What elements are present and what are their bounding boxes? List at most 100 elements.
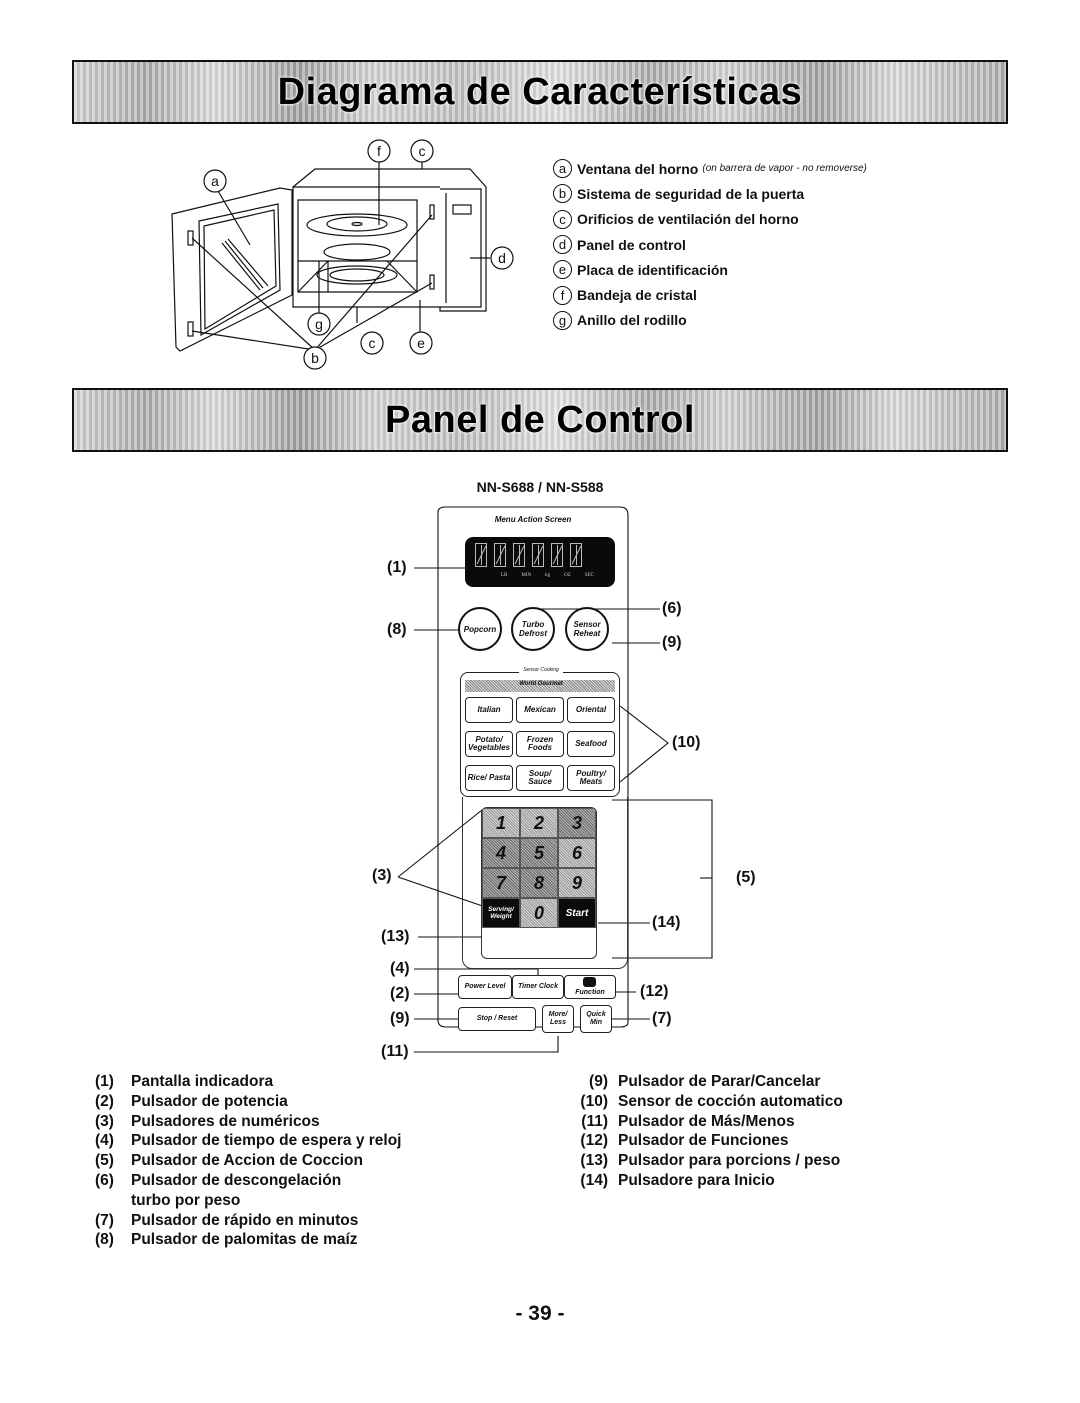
legend-label: Sistema de seguridad de la puerta — [577, 185, 805, 202]
menu-action-screen-title: Menu Action Screen — [494, 515, 572, 524]
svg-text:e: e — [417, 335, 425, 351]
svg-text:a: a — [211, 173, 219, 189]
soup-sauce-button[interactable]: Soup/ Sauce — [516, 765, 564, 791]
key-8[interactable]: 8 — [520, 868, 558, 898]
frozen-foods-button[interactable]: Frozen Foods — [516, 731, 564, 757]
callout-14: (14) — [652, 914, 681, 931]
quick-min-button[interactable]: Quick Min — [580, 1005, 612, 1033]
turbo-defrost-button[interactable]: Turbo Defrost — [511, 607, 555, 651]
display-screen: LB MIN kg OZ SEC — [465, 537, 615, 587]
description-item: (12) Pulsador de Funciones — [580, 1132, 789, 1150]
key-6[interactable]: 6 — [558, 838, 596, 868]
number-keypad: 1 2 3 4 5 6 7 8 9 Serving/ Weight 0 Star… — [481, 807, 597, 959]
legend-item: d Panel de control — [553, 232, 867, 257]
unit-kg: kg — [545, 573, 551, 578]
callout-13: (13) — [381, 928, 410, 945]
description-item: (10) Sensor de cocción automatico — [580, 1092, 843, 1110]
callout-9-top: (9) — [662, 634, 682, 651]
serving-weight-button[interactable]: Serving/ Weight — [482, 898, 520, 928]
callout-f: f — [367, 139, 391, 163]
power-level-button[interactable]: Power Level — [458, 975, 512, 999]
oven-body — [292, 168, 487, 312]
description-item: (13) Pulsador para porcions / peso — [580, 1152, 841, 1170]
descriptions-right: (9) Pulsador de Parar/Cancelar (10) Sensor… — [560, 1072, 843, 1191]
popcorn-button[interactable]: Popcorn — [458, 607, 502, 651]
callout-9-bottom: (9) — [390, 1010, 410, 1027]
letter-b-badge: b — [553, 184, 572, 204]
page-number: - 39 - — [515, 1302, 565, 1325]
callout-b: b — [303, 346, 327, 370]
key-2[interactable]: 2 — [520, 808, 558, 838]
key-4[interactable]: 4 — [482, 838, 520, 868]
microwave-oven-diagram: f c a d g b c e — [171, 139, 514, 370]
callout-10: (10) — [672, 734, 701, 751]
start-button[interactable]: Start — [558, 898, 596, 928]
legend-note: (on barrera de vapor - no removerse) — [702, 163, 867, 175]
callout-2: (2) — [390, 985, 410, 1002]
seafood-button[interactable]: Seafood — [567, 731, 615, 757]
callout-d: d — [490, 246, 514, 270]
legend-label: Ventana del horno — [577, 160, 699, 177]
rice-pasta-button[interactable]: Rice/ Pasta — [465, 765, 513, 791]
letter-g-badge: g — [553, 310, 572, 330]
key-7[interactable]: 7 — [482, 868, 520, 898]
description-item-continued: turbo por peso — [131, 1191, 241, 1209]
key-9[interactable]: 9 — [558, 868, 596, 898]
description-item: (3) Pulsadores de numéricos — [95, 1112, 320, 1130]
more-less-button[interactable]: More/ Less — [542, 1005, 574, 1033]
legend-item: e Placa de identificación — [553, 257, 867, 282]
function-icon — [583, 977, 596, 987]
callout-c-bottom: c — [360, 331, 384, 355]
description-item: (4) Pulsador de tiempo de espera y reloj — [95, 1132, 402, 1150]
callout-6: (6) — [662, 600, 682, 617]
potato-vegetables-button[interactable]: Potato/ Vegetables — [465, 731, 513, 757]
legend-label: Bandeja de cristal — [577, 287, 697, 304]
sensor-reheat-button[interactable]: Sensor Reheat — [565, 607, 609, 651]
callout-a: a — [203, 169, 227, 193]
letter-d-badge: d — [553, 235, 572, 255]
description-item: (11) Pulsador de Más/Menos — [581, 1112, 795, 1130]
lcd-digit — [494, 543, 506, 567]
svg-text:b: b — [311, 350, 319, 366]
unit-sec: SEC — [584, 573, 594, 578]
callout-11: (11) — [381, 1043, 409, 1060]
letter-c-badge: c — [553, 209, 572, 229]
callout-c-top: c — [410, 139, 434, 163]
key-1[interactable]: 1 — [482, 808, 520, 838]
legend-label: Orificios de ventilación del horno — [577, 211, 799, 228]
features-banner: Diagrama de Características — [72, 60, 1008, 124]
legend-label: Placa de identificación — [577, 261, 728, 278]
stop-reset-button[interactable]: Stop / Reset — [458, 1007, 536, 1031]
letter-a-badge: a — [553, 159, 572, 179]
lcd-digit — [513, 543, 525, 567]
legend-item: a Ventana del horno (on barrera de vapor… — [553, 156, 867, 181]
legend-item: c Orificios de ventilación del horno — [553, 207, 867, 232]
function-label: Function — [575, 989, 605, 996]
unit-lb: LB — [501, 573, 508, 578]
svg-text:d: d — [498, 250, 506, 266]
unit-oz: OZ — [564, 573, 571, 578]
mexican-button[interactable]: Mexican — [516, 697, 564, 723]
callout-1: (1) — [387, 559, 407, 576]
control-panel: Menu Action Screen LB MIN kg OZ SEC Popc… — [438, 507, 628, 1033]
poultry-meats-button[interactable]: Poultry/ Meats — [567, 765, 615, 791]
description-item: (14) Pulsadore para Inicio — [580, 1171, 775, 1189]
key-3[interactable]: 3 — [558, 808, 596, 838]
roller-ring — [323, 243, 391, 261]
legend-label: Anillo del rodillo — [577, 312, 687, 329]
oriental-button[interactable]: Oriental — [567, 697, 615, 723]
italian-button[interactable]: Italian — [465, 697, 513, 723]
key-5[interactable]: 5 — [520, 838, 558, 868]
model-number: NN-S688 / NN-S588 — [476, 479, 604, 495]
description-item: (2) Pulsador de potencia — [95, 1092, 288, 1110]
description-item: (5) Pulsador de Accion de Coccion — [95, 1152, 363, 1170]
key-0[interactable]: 0 — [520, 898, 558, 928]
features-legend: a Ventana del horno (on barrera de vapor… — [553, 156, 867, 333]
sensor-cooking-group: Sensor Cooking World Gourmet Italian Mex… — [460, 667, 620, 797]
svg-text:g: g — [315, 316, 323, 332]
description-item: (9) Pulsador de Parar/Cancelar — [589, 1073, 821, 1090]
letter-e-badge: e — [553, 260, 572, 280]
timer-clock-button[interactable]: Timer Clock — [512, 975, 564, 999]
description-item: (7) Pulsador de rápido en minutos — [95, 1211, 359, 1229]
features-title: Diagrama de Características — [277, 70, 803, 113]
